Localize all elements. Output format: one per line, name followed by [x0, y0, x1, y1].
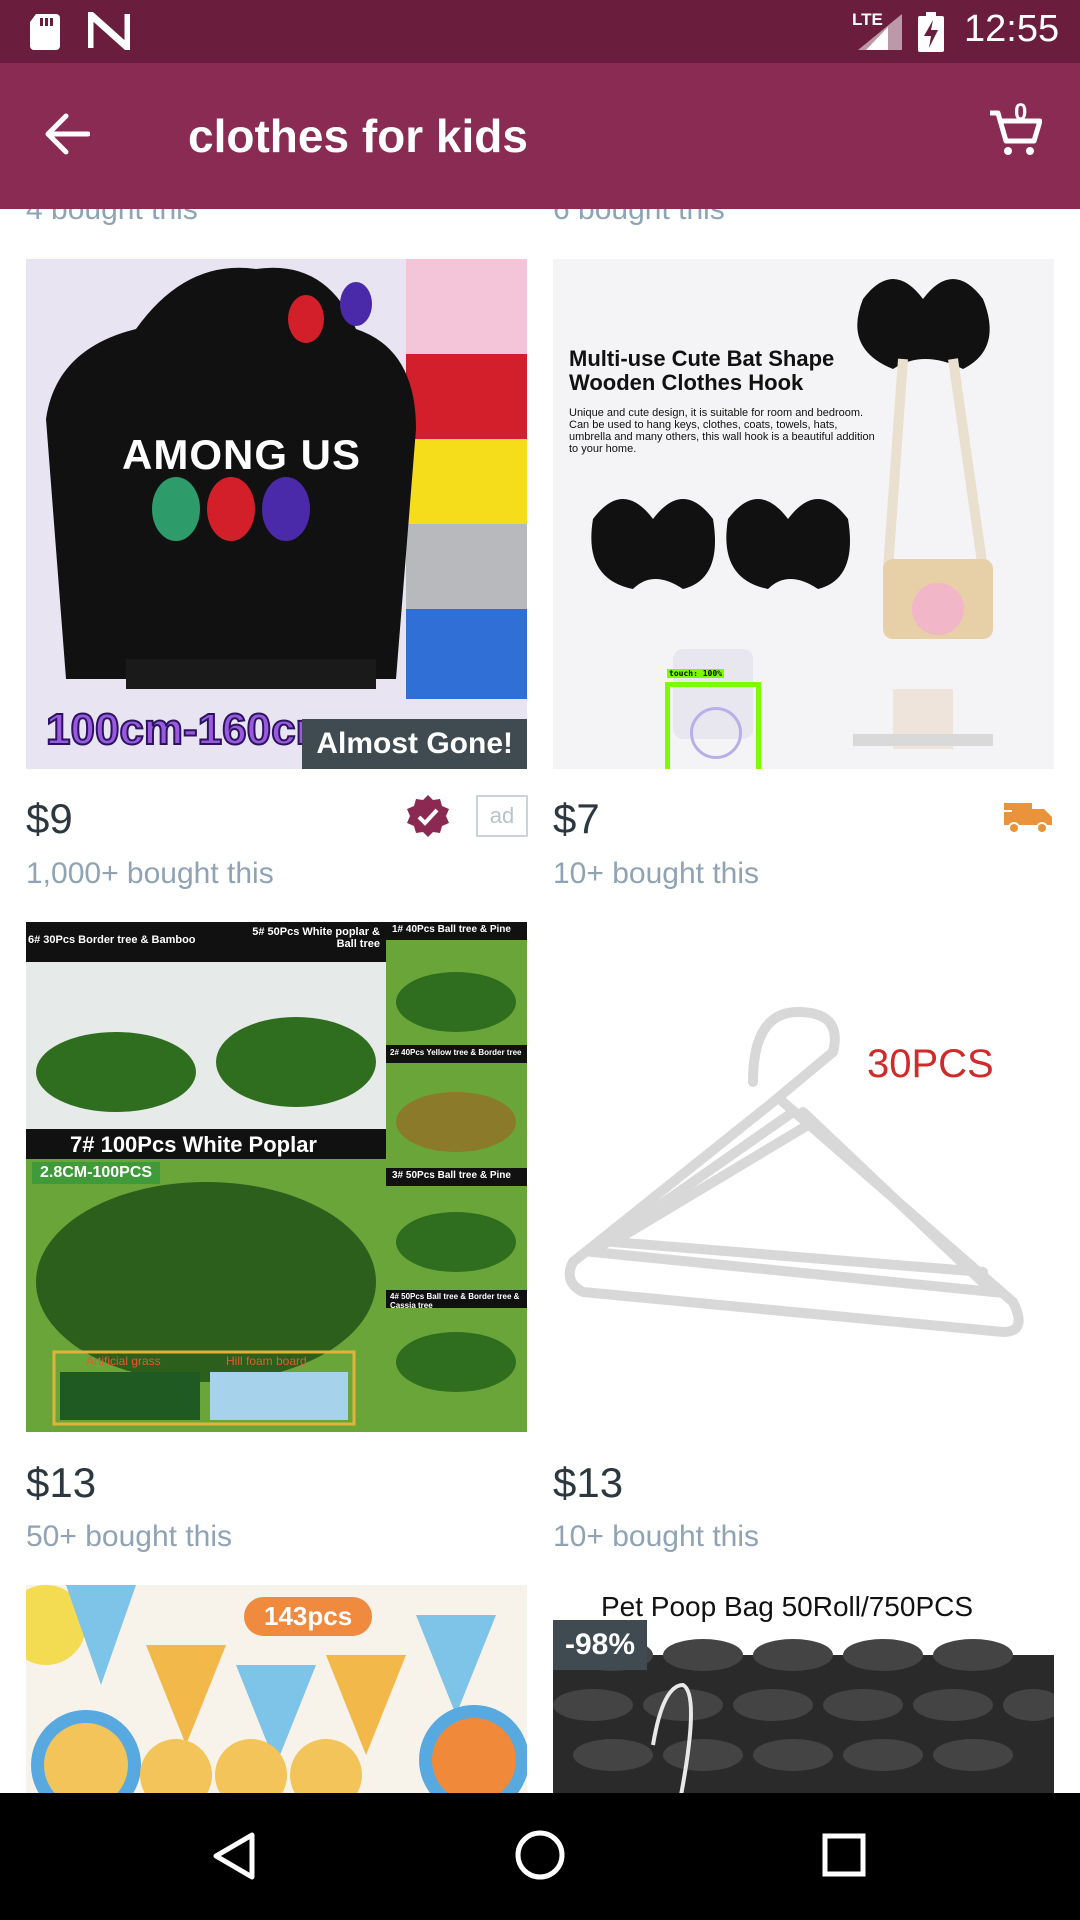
image-text: 2.8CM-100PCS: [32, 1162, 161, 1184]
home-circle-icon: [515, 1830, 565, 1880]
image-text: 4# 50Pcs Ball tree & Border tree & Cassi…: [390, 1292, 520, 1310]
system-nav-bar: [0, 1793, 1080, 1920]
image-text: 100cm-160cm: [45, 704, 336, 755]
back-arrow-icon[interactable]: [44, 111, 90, 157]
bought-count: 4 bought this: [26, 209, 198, 226]
product-image[interactable]: Multi-use Cute Bat Shape Wooden Clothes …: [553, 259, 1054, 769]
image-text: 1# 40Pcs Ball tree & Pine: [392, 924, 511, 935]
image-heading: Multi-use Cute Bat Shape Wooden Clothes …: [569, 346, 835, 395]
image-text: Pet Poop Bag 50Roll/750PCS: [601, 1591, 974, 1622]
bought-count: 10+ bought this: [553, 857, 760, 890]
bought-count: 6 bought this: [553, 209, 725, 226]
clock: 12:55: [964, 8, 1060, 50]
image-text: Hill foam board: [226, 1354, 307, 1368]
image-text: 7# 100Pcs White Poplar: [70, 1132, 317, 1157]
product-image[interactable]: AMONG US 100cm-160cm Almost Gone!: [26, 259, 527, 769]
signal-icon: [858, 14, 902, 50]
product-image[interactable]: 143pcs: [26, 1585, 527, 1793]
nav-recents-button[interactable]: [822, 1833, 866, 1882]
nav-home-button[interactable]: [514, 1829, 566, 1886]
discount-badge: -98%: [553, 1620, 648, 1670]
cart-count: 0: [1014, 99, 1028, 126]
verified-badge-icon: [407, 795, 449, 837]
image-text: 30PCS: [867, 1042, 994, 1086]
battery-charging-icon: [918, 12, 944, 52]
image-text: 3# 50Pcs Ball tree & Pine: [392, 1170, 511, 1181]
nav-back-button[interactable]: [212, 1831, 256, 1886]
bought-count: 50+ bought this: [26, 1520, 233, 1553]
product-price: $7: [553, 795, 600, 842]
image-text: Artificial grass: [86, 1354, 161, 1368]
product-grid: 4 bought this 6 bought this AMONG US 100…: [0, 209, 1080, 1793]
status-bar: LTE 12:55: [0, 0, 1080, 63]
app-bar: clothes for kids 0: [0, 63, 1080, 209]
truck-icon: [1002, 803, 1052, 834]
product-price: $9: [26, 795, 73, 842]
product-price: $13: [26, 1459, 97, 1506]
image-text: 6# 30Pcs Border tree & Bamboo: [28, 934, 196, 946]
back-triangle-icon: [213, 1832, 255, 1880]
image-text: 2# 40Pcs Yellow tree & Border tree: [390, 1048, 522, 1057]
image-text: 5# 50Pcs White poplar & Ball tree: [252, 926, 380, 950]
ad-label: ad: [476, 795, 528, 837]
image-text: AMONG US: [122, 431, 361, 478]
bought-count: 10+ bought this: [553, 1520, 760, 1553]
product-image[interactable]: 6# 30Pcs Border tree & Bamboo 5# 50Pcs W…: [26, 922, 527, 1432]
recents-square-icon: [822, 1833, 866, 1877]
image-text: 143pcs: [244, 1597, 373, 1636]
touch-indicator-box: [665, 682, 761, 769]
n-logo-icon: [88, 12, 130, 50]
almost-gone-badge: Almost Gone!: [302, 719, 527, 769]
product-image[interactable]: 30PCS: [553, 922, 1054, 1432]
image-body: Unique and cute design, it is suitable f…: [569, 407, 875, 455]
sd-card-icon: [30, 14, 60, 50]
bought-count: 1,000+ bought this: [26, 857, 274, 890]
page-title: clothes for kids: [188, 110, 528, 162]
product-image[interactable]: Pet Poop Bag 50Roll/750PCS -98%: [553, 1585, 1054, 1793]
touch-indicator-label: touch: 100%: [667, 669, 724, 678]
product-price: $13: [553, 1459, 624, 1506]
